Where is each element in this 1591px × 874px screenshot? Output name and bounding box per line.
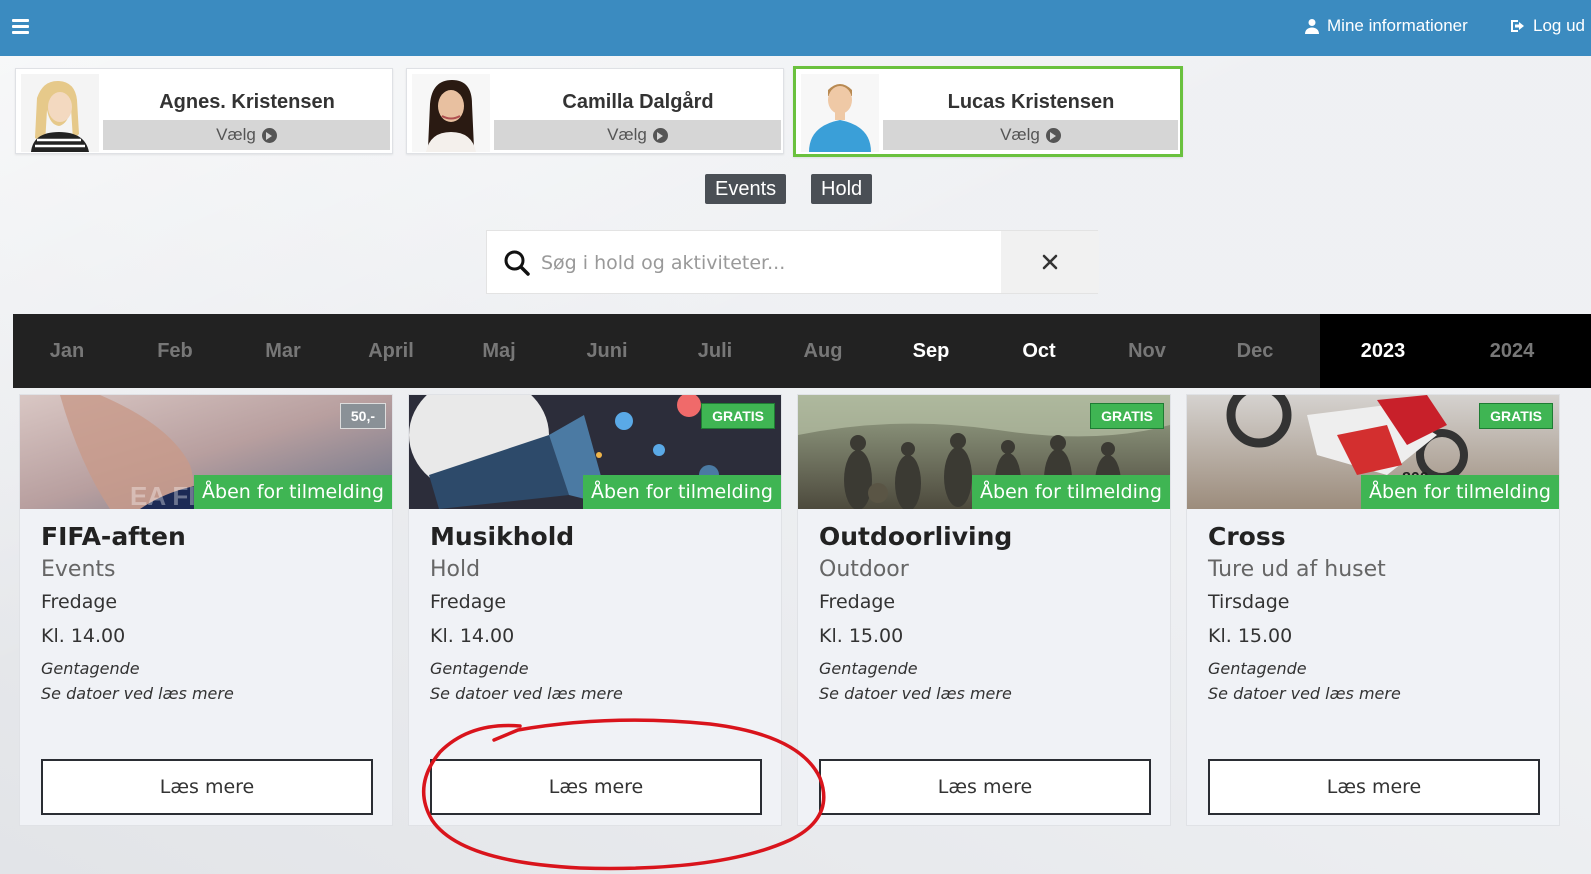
- read-more-button[interactable]: Læs mere: [819, 759, 1151, 815]
- logout-link[interactable]: Log ud: [1510, 16, 1585, 36]
- profile-card-lucas[interactable]: Lucas Kristensen Vælg: [793, 66, 1183, 157]
- year-selector: 2023 2024: [1320, 314, 1591, 388]
- activity-title: Outdoorliving: [819, 522, 1013, 551]
- activity-card-fifa: EA FIFA 50,- Åben for tilmelding FIFA-af…: [19, 394, 393, 826]
- registration-status: Åben for tilmelding: [583, 475, 781, 509]
- month-juni[interactable]: Juni: [553, 314, 661, 388]
- month-april[interactable]: April: [337, 314, 445, 388]
- month-mar[interactable]: Mar: [229, 314, 337, 388]
- activity-day: Fredage: [41, 591, 118, 613]
- activity-category: Outdoor: [819, 557, 909, 582]
- sign-out-icon: [1511, 20, 1524, 32]
- profile-name: Camilla Dalgård: [562, 91, 714, 113]
- clear-search-button[interactable]: [1001, 231, 1099, 293]
- dates-note: Se datoer ved læs mere: [1208, 684, 1401, 703]
- profile-name: Lucas Kristensen: [947, 91, 1115, 113]
- dates-note: Se datoer ved læs mere: [41, 684, 234, 703]
- activity-day: Tirsdage: [1208, 591, 1290, 613]
- recurring-label: Gentagende: [430, 659, 529, 678]
- month-nov[interactable]: Nov: [1093, 314, 1201, 388]
- select-profile-button[interactable]: Vælg: [494, 120, 781, 150]
- registration-status: Åben for tilmelding: [972, 475, 1170, 509]
- registration-status: Åben for tilmelding: [1361, 475, 1559, 509]
- month-aug[interactable]: Aug: [769, 314, 877, 388]
- search-icon: [504, 250, 530, 276]
- filter-events-button[interactable]: Events: [705, 174, 787, 204]
- arrow-circle-right-icon: [1045, 127, 1061, 143]
- month-juli[interactable]: Juli: [661, 314, 769, 388]
- my-information-label: Mine informationer: [1327, 16, 1468, 35]
- select-label: Vælg: [216, 125, 256, 144]
- dates-note: Se datoer ved læs mere: [819, 684, 1012, 703]
- recurring-label: Gentagende: [1208, 659, 1307, 678]
- activity-category: Ture ud af huset: [1208, 557, 1386, 582]
- my-information-link[interactable]: Mine informationer: [1304, 16, 1468, 36]
- month-maj[interactable]: Maj: [445, 314, 553, 388]
- month-jan[interactable]: Jan: [13, 314, 121, 388]
- registration-status: Åben for tilmelding: [194, 475, 392, 509]
- activity-card-musikhold: GRATIS Åben for tilmelding Musikhold Hol…: [408, 394, 782, 826]
- price-badge: 50,-: [339, 403, 386, 429]
- activity-time: Kl. 14.00: [41, 625, 126, 647]
- top-navbar: Mine informationer Log ud: [0, 0, 1591, 56]
- price-badge: GRATIS: [1090, 403, 1164, 429]
- avatar: [21, 74, 99, 152]
- dates-note: Se datoer ved læs mere: [430, 684, 623, 703]
- month-dec[interactable]: Dec: [1201, 314, 1309, 388]
- search-input[interactable]: [541, 245, 991, 281]
- search-bar: [486, 230, 1099, 294]
- month-sep[interactable]: Sep: [877, 314, 985, 388]
- profile-card-camilla[interactable]: Camilla Dalgård Vælg: [406, 68, 784, 154]
- select-profile-button[interactable]: Vælg: [883, 120, 1178, 150]
- hamburger-menu-icon[interactable]: [12, 19, 29, 34]
- activity-title: Cross: [1208, 522, 1286, 551]
- price-badge: GRATIS: [701, 403, 775, 429]
- activity-card-cross: 800 GRATIS Åben for tilmelding Cross Tur…: [1186, 394, 1560, 826]
- activity-time: Kl. 15.00: [819, 625, 904, 647]
- arrow-circle-right-icon: [261, 127, 277, 143]
- activity-time: Kl. 15.00: [1208, 625, 1293, 647]
- recurring-label: Gentagende: [41, 659, 140, 678]
- avatar: [801, 74, 879, 152]
- select-label: Vælg: [1000, 125, 1040, 144]
- year-2024[interactable]: 2024: [1452, 314, 1572, 388]
- activity-title: Musikhold: [430, 522, 575, 551]
- read-more-button[interactable]: Læs mere: [1208, 759, 1540, 815]
- month-filter-bar: Jan Feb Mar April Maj Juni Juli Aug Sep …: [13, 314, 1591, 388]
- avatar: [412, 74, 490, 152]
- filter-hold-button[interactable]: Hold: [811, 174, 873, 204]
- activity-day: Fredage: [430, 591, 507, 613]
- read-more-button[interactable]: Læs mere: [41, 759, 373, 815]
- logout-label: Log ud: [1533, 16, 1585, 35]
- month-feb[interactable]: Feb: [121, 314, 229, 388]
- price-badge: GRATIS: [1479, 403, 1553, 429]
- select-label: Vælg: [607, 125, 647, 144]
- activity-title: FIFA-aften: [41, 522, 186, 551]
- activity-day: Fredage: [819, 591, 896, 613]
- activity-time: Kl. 14.00: [430, 625, 515, 647]
- select-profile-button[interactable]: Vælg: [103, 120, 390, 150]
- arrow-circle-right-icon: [652, 127, 668, 143]
- activity-category: Hold: [430, 557, 481, 582]
- activity-category: Events: [41, 557, 116, 582]
- year-2023[interactable]: 2023: [1323, 314, 1443, 388]
- close-icon: [1042, 254, 1058, 270]
- user-icon: [1305, 19, 1319, 34]
- profile-card-agnes[interactable]: Agnes. Kristensen Vælg: [15, 68, 393, 154]
- recurring-label: Gentagende: [819, 659, 918, 678]
- profile-name: Agnes. Kristensen: [159, 91, 335, 113]
- activity-card-outdoorliving: GRATIS Åben for tilmelding Outdoorliving…: [797, 394, 1171, 826]
- read-more-button[interactable]: Læs mere: [430, 759, 762, 815]
- month-oct[interactable]: Oct: [985, 314, 1093, 388]
